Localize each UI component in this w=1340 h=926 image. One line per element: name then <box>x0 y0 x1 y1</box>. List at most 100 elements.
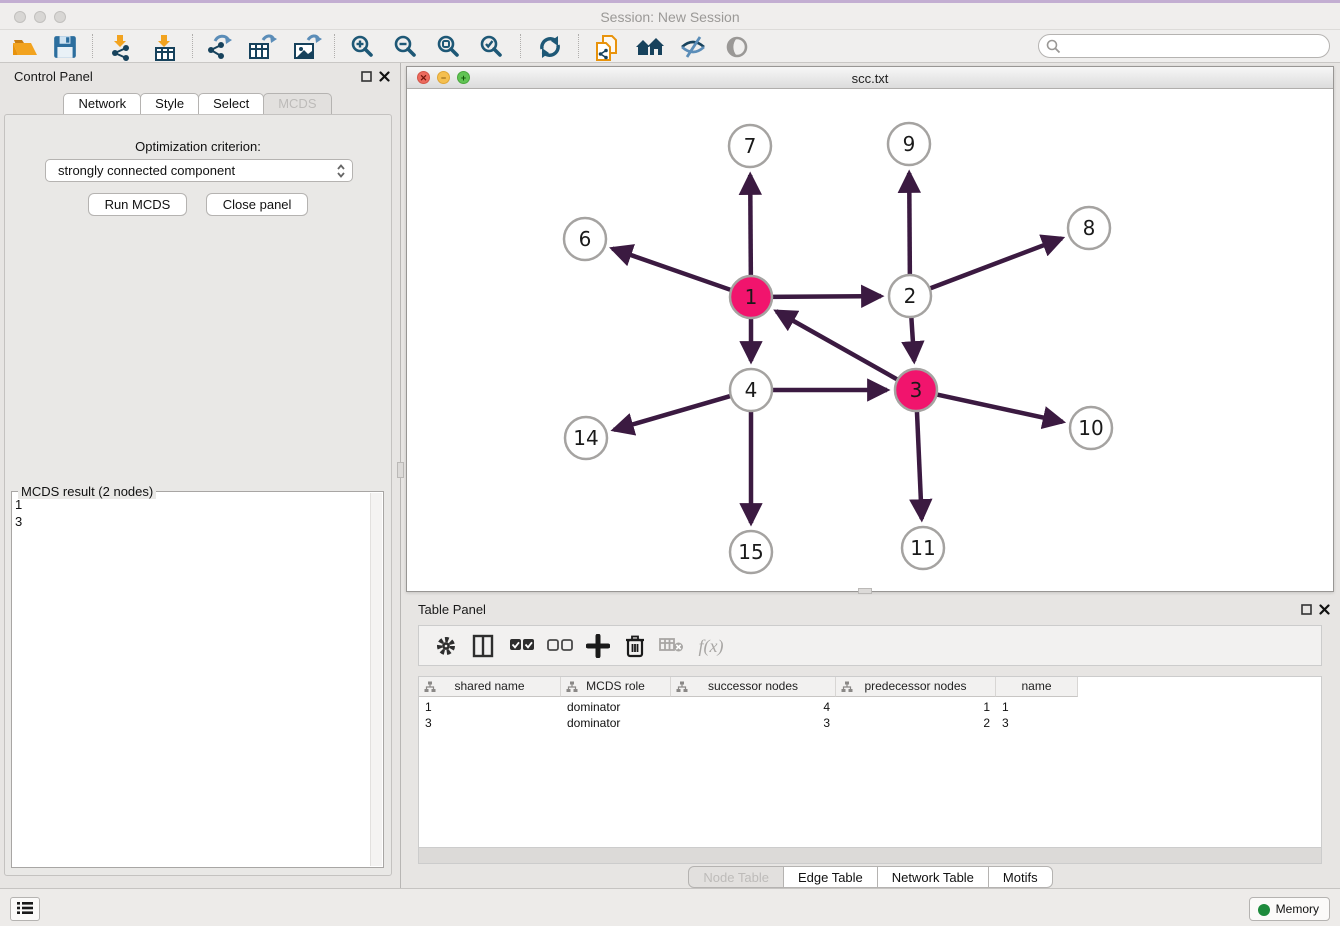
graph-node-6[interactable]: 6 <box>564 218 606 260</box>
graph-node-9[interactable]: 9 <box>888 123 930 165</box>
zoom-selected-icon[interactable] <box>475 32 509 60</box>
network-window-titlebar[interactable]: ✕ − + scc.txt <box>407 67 1333 89</box>
close-table-panel-icon[interactable] <box>1318 603 1331 616</box>
divider-handle[interactable] <box>397 462 404 478</box>
selected-option: strongly connected component <box>58 163 235 178</box>
export-network-icon[interactable] <box>202 32 236 60</box>
graph-node-3[interactable]: 3 <box>895 369 937 411</box>
run-mcds-button[interactable]: Run MCDS <box>88 193 188 216</box>
save-session-icon[interactable] <box>48 32 82 60</box>
apply-layout-icon[interactable] <box>533 32 567 60</box>
add-column-icon[interactable] <box>583 632 613 660</box>
edge-2-8[interactable] <box>927 238 1062 289</box>
close-panel-icon[interactable] <box>378 70 391 83</box>
tab-mcds[interactable]: MCDS <box>263 93 331 114</box>
tab-node-table[interactable]: Node Table <box>688 866 784 888</box>
search-field[interactable] <box>1038 34 1330 58</box>
table-cell[interactable]: 1 <box>419 699 561 715</box>
network-window-title: scc.txt <box>407 71 1333 86</box>
edge-3-10[interactable] <box>934 394 1063 422</box>
toolbar-separator <box>578 34 579 58</box>
graph-node-4[interactable]: 4 <box>730 369 772 411</box>
zoom-fit-icon[interactable] <box>432 32 466 60</box>
gear-icon[interactable] <box>431 632 461 660</box>
table-cell[interactable]: 1 <box>836 699 996 715</box>
open-session-icon[interactable] <box>8 32 42 60</box>
titlebar: Session: New Session <box>0 3 1340 30</box>
graph-node-14[interactable]: 14 <box>565 417 607 459</box>
table-row[interactable]: 3dominator323 <box>419 715 1321 731</box>
result-scrollbar[interactable] <box>370 493 382 866</box>
svg-text:3: 3 <box>910 378 923 402</box>
tab-network-table[interactable]: Network Table <box>877 866 989 888</box>
table-cell[interactable]: 3 <box>419 715 561 731</box>
graph-node-7[interactable]: 7 <box>729 125 771 167</box>
table-row[interactable]: 1dominator411 <box>419 699 1321 715</box>
memory-status-icon <box>1258 904 1270 916</box>
memory-button[interactable]: Memory <box>1249 897 1330 921</box>
graph-node-8[interactable]: 8 <box>1068 207 1110 249</box>
mcds-result-text[interactable]: 1 3 <box>15 496 365 861</box>
tab-network[interactable]: Network <box>63 93 141 114</box>
select-all-icon[interactable] <box>507 632 537 660</box>
svg-text:6: 6 <box>579 227 592 251</box>
table-cell[interactable]: 1 <box>996 699 1078 715</box>
home-icon[interactable] <box>633 32 667 60</box>
column-header-name[interactable]: name <box>996 677 1078 697</box>
split-view-icon[interactable] <box>468 632 498 660</box>
search-input[interactable] <box>1065 37 1320 55</box>
import-network-icon[interactable] <box>104 32 138 60</box>
graph-node-10[interactable]: 10 <box>1070 407 1112 449</box>
edge-3-11[interactable] <box>917 408 922 519</box>
export-image-icon[interactable] <box>290 32 324 60</box>
clone-network-icon[interactable] <box>590 32 624 60</box>
edge-3-1[interactable] <box>776 311 900 381</box>
edge-4-14[interactable] <box>614 395 734 430</box>
column-header-MCDS-role[interactable]: MCDS role <box>561 677 671 697</box>
edge-1-7[interactable] <box>750 175 751 279</box>
divider-handle[interactable] <box>858 588 872 594</box>
tab-style[interactable]: Style <box>140 93 199 114</box>
float-table-panel-icon[interactable] <box>1300 603 1313 616</box>
eye-icon[interactable] <box>720 32 754 60</box>
svg-text:11: 11 <box>910 536 935 560</box>
svg-text:8: 8 <box>1083 216 1096 240</box>
column-header-shared-name[interactable]: shared name <box>419 677 561 697</box>
table-cell[interactable]: 3 <box>671 715 836 731</box>
table-cell[interactable]: 2 <box>836 715 996 731</box>
edge-2-9[interactable] <box>909 173 910 278</box>
task-history-icon[interactable] <box>10 897 40 921</box>
column-header-predecessor-nodes[interactable]: predecessor nodes <box>836 677 996 697</box>
export-table-icon[interactable] <box>245 32 279 60</box>
edge-1-6[interactable] <box>612 249 734 291</box>
graph-node-2[interactable]: 2 <box>889 275 931 317</box>
float-panel-icon[interactable] <box>360 70 373 83</box>
column-header-successor-nodes[interactable]: successor nodes <box>671 677 836 697</box>
edge-1-2[interactable] <box>769 296 881 297</box>
zoom-out-icon[interactable] <box>389 32 423 60</box>
zoom-in-icon[interactable] <box>346 32 380 60</box>
tab-select[interactable]: Select <box>198 93 264 114</box>
import-table-icon[interactable] <box>148 32 182 60</box>
table-cell[interactable]: 3 <box>996 715 1078 731</box>
network-canvas[interactable]: 1 2 3 4 6 7 8 9 10 11 14 15 <box>407 89 1333 591</box>
svg-text:7: 7 <box>744 134 757 158</box>
graph-node-11[interactable]: 11 <box>902 527 944 569</box>
table-cell[interactable]: dominator <box>561 699 671 715</box>
function-builder-icon: f(x) <box>691 632 731 660</box>
hide-eye-icon[interactable] <box>676 32 710 60</box>
graph-node-1[interactable]: 1 <box>730 276 772 318</box>
svg-text:1: 1 <box>745 285 758 309</box>
optimization-criterion-select[interactable]: strongly connected component <box>45 159 353 182</box>
tab-motifs[interactable]: Motifs <box>988 866 1053 888</box>
trash-icon[interactable] <box>620 632 650 660</box>
deselect-all-icon[interactable] <box>545 632 575 660</box>
tree-icon <box>841 681 853 693</box>
close-panel-button[interactable]: Close panel <box>206 193 309 216</box>
edge-2-3[interactable] <box>911 314 914 361</box>
table-cell[interactable]: dominator <box>561 715 671 731</box>
node-table[interactable]: shared nameMCDS rolesuccessor nodesprede… <box>418 676 1322 848</box>
table-cell[interactable]: 4 <box>671 699 836 715</box>
tab-edge-table[interactable]: Edge Table <box>783 866 878 888</box>
graph-node-15[interactable]: 15 <box>730 531 772 573</box>
